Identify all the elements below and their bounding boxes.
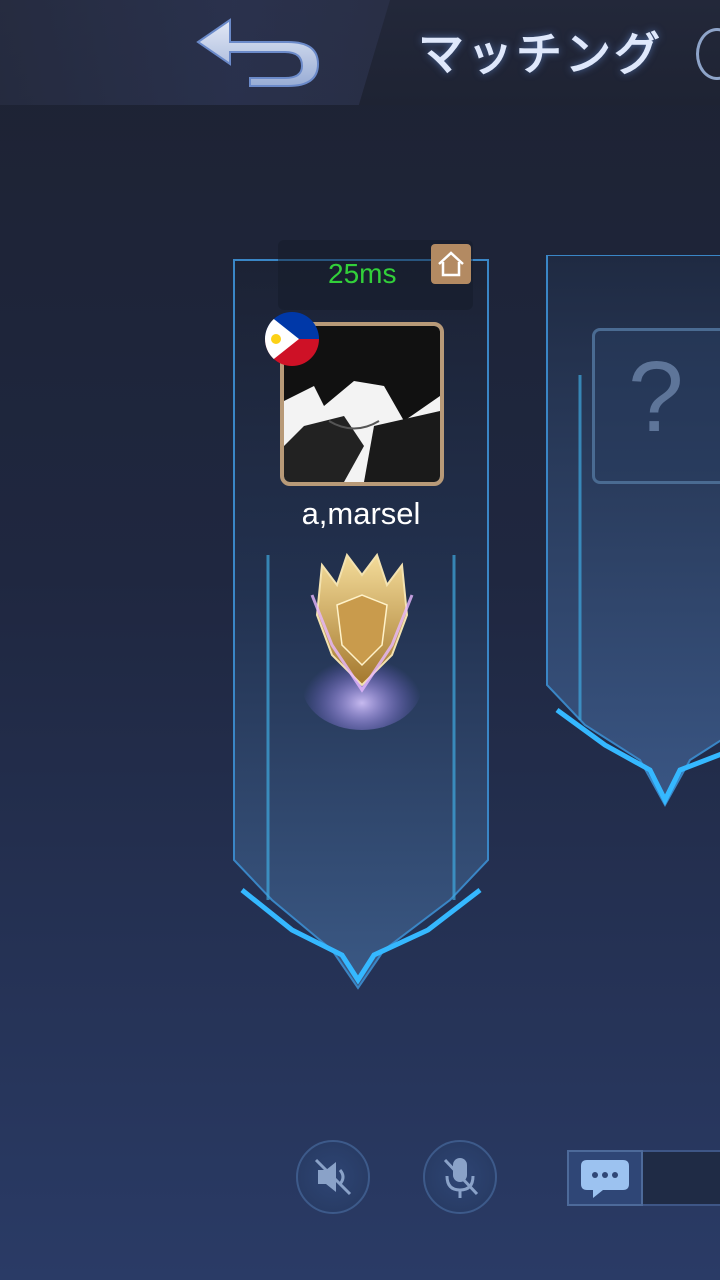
chat-button[interactable] <box>567 1150 643 1206</box>
back-button[interactable] <box>190 12 330 90</box>
home-icon <box>431 244 471 284</box>
philippines-flag-icon <box>265 312 319 366</box>
mic-muted-icon <box>443 1158 479 1198</box>
page-title: マッチング <box>418 27 663 81</box>
chat-bubble-icon <box>581 1160 629 1198</box>
back-arrow-icon <box>196 18 320 87</box>
player-name: a,marsel <box>301 496 421 531</box>
mythic-rank-badge-icon <box>282 535 442 735</box>
speaker-mute-button[interactable] <box>296 1140 370 1214</box>
speaker-muted-icon <box>314 1158 352 1196</box>
unknown-mark: ? <box>628 341 684 453</box>
mic-mute-button[interactable] <box>423 1140 497 1214</box>
chat-input-bar[interactable] <box>643 1150 720 1206</box>
ping-value: 25ms <box>328 258 397 289</box>
